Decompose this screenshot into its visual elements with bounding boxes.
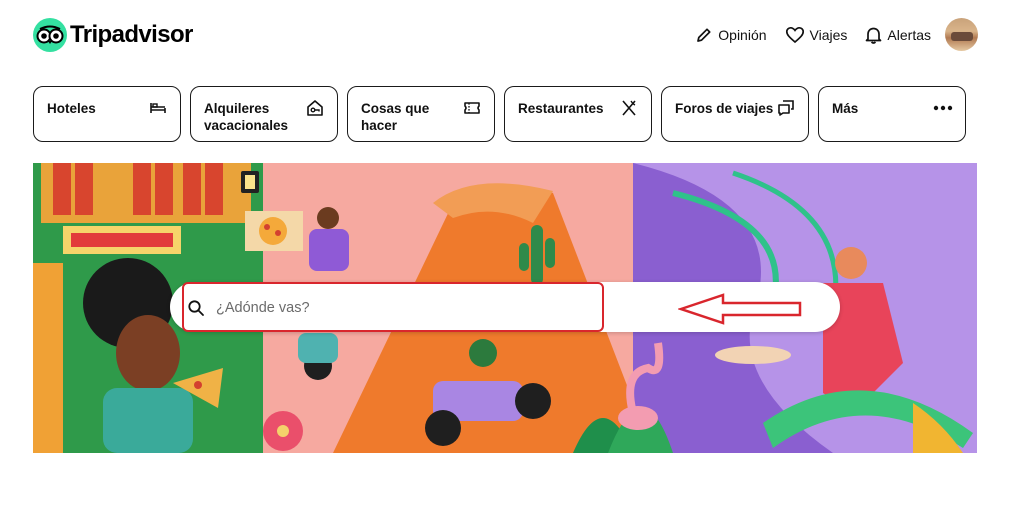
- user-avatar[interactable]: [945, 18, 978, 51]
- search-bar[interactable]: [170, 282, 840, 332]
- heart-icon: [785, 26, 804, 43]
- brand-name: Tripadvisor: [70, 21, 193, 48]
- review-link[interactable]: Opinión: [695, 26, 767, 44]
- tripadvisor-logo[interactable]: Tripadvisor: [33, 17, 193, 53]
- category-label: Hoteles: [47, 101, 96, 116]
- category-vacation-rentals[interactable]: Alquileres vacacionales: [190, 86, 338, 142]
- search-input[interactable]: [214, 294, 818, 322]
- site-header: Tripadvisor Opinión Viajes Alertas: [0, 0, 1024, 70]
- category-hotels[interactable]: Hoteles: [33, 86, 181, 142]
- category-more[interactable]: Más: [818, 86, 966, 142]
- ticket-icon: [462, 98, 482, 118]
- category-label: Foros de viajes: [675, 101, 774, 116]
- chat-bubbles-icon: [776, 98, 796, 118]
- category-things-to-do[interactable]: Cosas que hacer: [347, 86, 495, 142]
- bed-icon: [148, 98, 168, 118]
- top-nav: Opinión Viajes Alertas: [677, 18, 978, 51]
- house-key-icon: [305, 98, 325, 118]
- alerts-link[interactable]: Alertas: [865, 26, 931, 44]
- category-label: Restaurantes: [518, 101, 604, 116]
- category-label: Más: [832, 101, 859, 116]
- cutlery-icon: [619, 98, 639, 118]
- trips-link[interactable]: Viajes: [785, 26, 848, 44]
- category-travel-forums[interactable]: Foros de viajes: [661, 86, 809, 142]
- alerts-link-label: Alertas: [887, 26, 931, 43]
- pencil-icon: [697, 27, 711, 42]
- review-link-label: Opinión: [718, 26, 767, 43]
- search-icon: [188, 300, 204, 316]
- trips-link-label: Viajes: [809, 26, 848, 43]
- category-label: Alquileres vacacionales: [204, 101, 289, 133]
- bell-icon: [866, 27, 882, 44]
- category-label: Cosas que hacer: [361, 101, 430, 133]
- category-restaurants[interactable]: Restaurantes: [504, 86, 652, 142]
- category-bar: Hoteles Alquileres vacacionales Cosas qu…: [33, 86, 966, 142]
- owl-logo-icon: [33, 18, 67, 52]
- more-dots-icon: [933, 98, 953, 118]
